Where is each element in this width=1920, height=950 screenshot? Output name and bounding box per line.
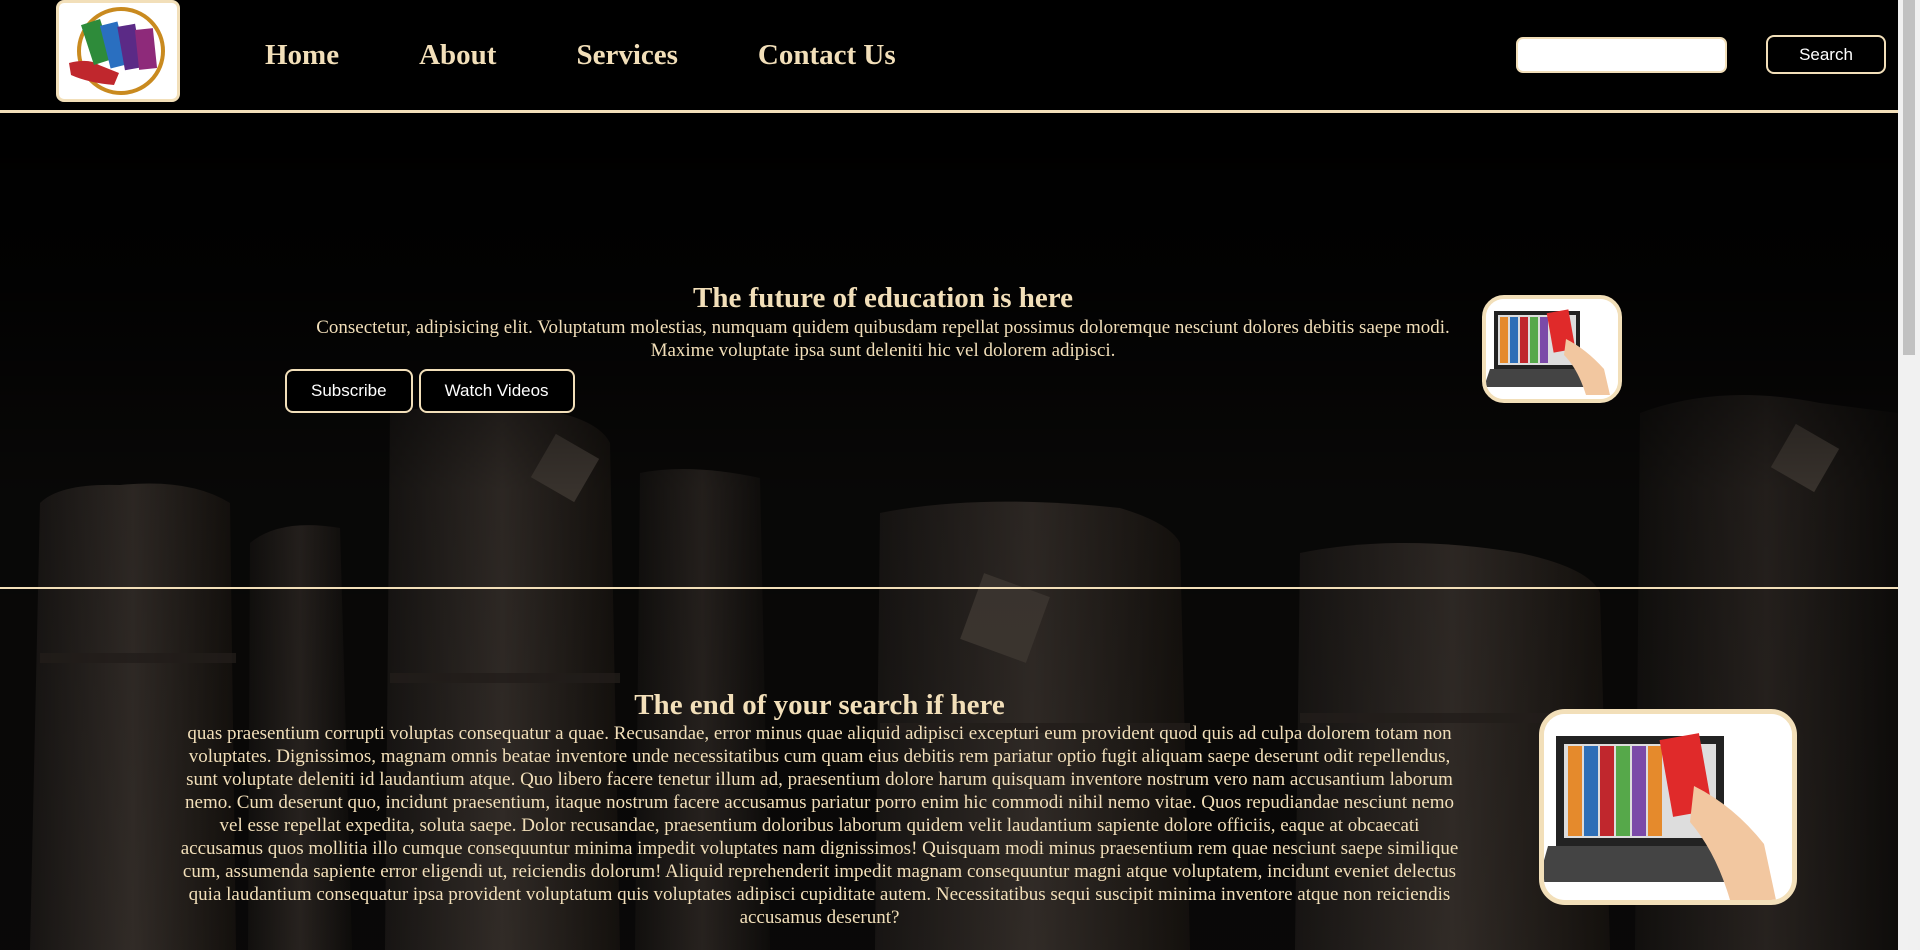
books-hand-logo-icon[interactable]	[56, 0, 180, 102]
nav-contact-link[interactable]: Contact Us	[758, 38, 896, 72]
subscribe-button[interactable]: Subscribe	[285, 369, 413, 413]
hero-paragraph: Consectetur, adipisicing elit. Voluptatu…	[316, 317, 1450, 361]
nav-home-link[interactable]: Home	[265, 38, 339, 72]
hero-title: The future of education is here	[693, 282, 1073, 314]
laptop-books-icon	[1539, 709, 1797, 905]
hero-text: The future of education is here Consecte…	[285, 280, 1481, 362]
nav-about-link[interactable]: About	[419, 38, 496, 72]
navbar: Home About Services Contact Us Search	[0, 0, 1898, 113]
page-scrollbar[interactable]	[1898, 0, 1920, 950]
search-button[interactable]: Search	[1766, 35, 1886, 74]
page: Home About Services Contact Us Search Th…	[0, 0, 1898, 950]
search-input[interactable]	[1516, 37, 1727, 73]
scrollbar-thumb[interactable]	[1903, 0, 1915, 355]
hero-section: The future of education is here Consecte…	[0, 113, 1898, 589]
hero-buttons: Subscribe Watch Videos	[285, 369, 575, 413]
about-text: The end of your search if here quas prae…	[178, 688, 1461, 929]
about-paragraph: quas praesentium corrupti voluptas conse…	[180, 723, 1459, 928]
about-section: The end of your search if here quas prae…	[0, 589, 1898, 950]
about-title: The end of your search if here	[634, 689, 1005, 721]
laptop-books-icon	[1482, 295, 1622, 403]
nav-links: Home About Services Contact Us	[265, 38, 976, 72]
watch-videos-button[interactable]: Watch Videos	[418, 369, 575, 413]
nav-services-link[interactable]: Services	[576, 38, 677, 72]
